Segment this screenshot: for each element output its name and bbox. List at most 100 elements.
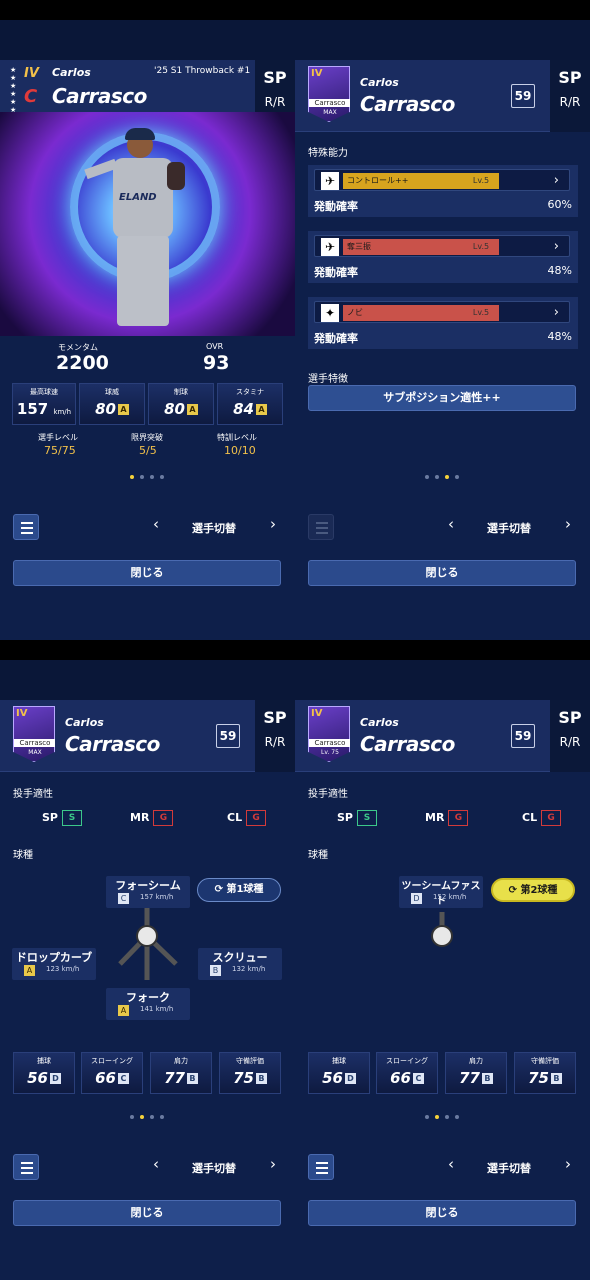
refresh-icon: ⟳ bbox=[508, 885, 521, 896]
prev-player-button[interactable]: ‹ bbox=[448, 515, 454, 533]
ability-level: Lv.5 bbox=[472, 308, 490, 317]
training-label: 特訓レベル bbox=[217, 433, 257, 442]
uniform-number: 59 bbox=[511, 84, 535, 108]
menu-button[interactable] bbox=[308, 1154, 334, 1180]
level-value: 75/75 bbox=[44, 444, 76, 457]
activation-rate: 48% bbox=[547, 330, 572, 343]
card-thumbnail: IV Carrasco Lv. 75 bbox=[308, 706, 350, 762]
team-logo-icon: C bbox=[24, 86, 38, 107]
tier-label: IV bbox=[311, 68, 323, 79]
prev-player-button[interactable]: ‹ bbox=[448, 1155, 454, 1173]
top-band bbox=[295, 20, 590, 60]
fielding-arm: 肩力 77 B bbox=[150, 1052, 212, 1094]
grade-badge: A bbox=[118, 1005, 129, 1016]
ability-row[interactable]: ✈ 奪三振 Lv.5 › 発動確率 48% bbox=[308, 231, 578, 283]
tier-label: IV bbox=[311, 708, 323, 719]
chevron-right-icon[interactable]: › bbox=[554, 170, 559, 192]
trait-button[interactable]: サブポジション適性++ bbox=[308, 385, 576, 411]
menu-button[interactable] bbox=[13, 1154, 39, 1180]
hand-label: R/R bbox=[559, 95, 581, 109]
page-indicator bbox=[425, 475, 459, 479]
tier-label: IV bbox=[24, 66, 39, 81]
next-player-button[interactable]: › bbox=[565, 1155, 571, 1173]
grade-badge: D bbox=[344, 1073, 356, 1084]
next-player-button[interactable]: › bbox=[565, 515, 571, 533]
position-box: SP R/R bbox=[255, 700, 295, 772]
grade-badge: A bbox=[117, 404, 129, 415]
primary-pitch-button[interactable]: ⟳ 第1球種 bbox=[197, 878, 281, 902]
pitch-box[interactable]: スクリュー B 132 km/h bbox=[198, 948, 282, 980]
aptitude-mr: MR G bbox=[130, 810, 174, 826]
level-label: 選手レベル bbox=[38, 433, 78, 442]
stat-power: 球威 80 A bbox=[79, 383, 145, 425]
secondary-pitch-button[interactable]: ⟳ 第2球種 bbox=[491, 878, 575, 902]
player-last-name: Carrasco bbox=[65, 732, 160, 756]
pitch-name: スクリュー bbox=[212, 951, 268, 964]
stat-label: 球威 bbox=[105, 388, 119, 396]
stat-label: スタミナ bbox=[236, 388, 264, 396]
ability-row[interactable]: ✈ コントロール++ Lv.5 › 発動確率 60% bbox=[308, 165, 578, 217]
position-label: SP bbox=[263, 708, 287, 727]
aptitude-sp: SP S bbox=[42, 810, 82, 826]
prev-player-button[interactable]: ‹ bbox=[153, 515, 159, 533]
next-player-button[interactable]: › bbox=[270, 1155, 276, 1173]
stat-value: 80 bbox=[95, 400, 116, 418]
fielding-catch: 捕球 56 D bbox=[308, 1052, 370, 1094]
uniform-number: 59 bbox=[216, 724, 240, 748]
pitch-box[interactable]: ツーシームファスト D 152 km/h bbox=[399, 876, 483, 908]
ability-icon: ✈ bbox=[321, 238, 339, 256]
grade-badge: G bbox=[448, 810, 469, 826]
close-button[interactable]: 閉じる bbox=[13, 1200, 281, 1226]
card-header: IV Carrasco MAX Carlos Carrasco 59 SP R/… bbox=[295, 60, 590, 132]
grade-badge: B bbox=[186, 1073, 198, 1084]
close-button[interactable]: 閉じる bbox=[308, 560, 576, 586]
player-switch-label: 選手切替 bbox=[192, 522, 236, 535]
pitch-name: ドロップカーブ bbox=[15, 951, 93, 964]
pitch-title: 球種 bbox=[308, 850, 328, 861]
pitch-box[interactable]: フォーシーム C 157 km/h bbox=[106, 876, 190, 908]
activation-label: 発動確率 bbox=[314, 266, 358, 279]
activation-rate: 60% bbox=[547, 198, 572, 211]
grade-badge: C bbox=[117, 1073, 129, 1084]
chevron-right-icon[interactable]: › bbox=[554, 236, 559, 258]
grade-badge: G bbox=[246, 810, 267, 826]
chevron-right-icon[interactable]: › bbox=[554, 302, 559, 324]
ability-icon: ✦ bbox=[321, 304, 339, 322]
panel-gap bbox=[0, 640, 590, 660]
stat-label: 最高球速 bbox=[30, 388, 58, 396]
fielding-throwing: スローイング 66 C bbox=[81, 1052, 143, 1094]
player-first-name: Carlos bbox=[65, 716, 104, 729]
aptitude-mr: MR G bbox=[425, 810, 469, 826]
training-value: 10/10 bbox=[224, 444, 256, 457]
aptitude-cl: CL G bbox=[522, 810, 562, 826]
activation-label: 発動確率 bbox=[314, 332, 358, 345]
pitch-box[interactable]: ドロップカーブ A 123 km/h bbox=[12, 948, 96, 980]
grade-badge: B bbox=[255, 1073, 267, 1084]
menu-button[interactable] bbox=[13, 514, 39, 540]
hand-label: R/R bbox=[264, 735, 286, 749]
aptitude-title: 投手適性 bbox=[13, 789, 53, 800]
hand-label: R/R bbox=[264, 95, 286, 109]
top-band bbox=[0, 660, 295, 700]
position-label: SP bbox=[558, 68, 582, 87]
player-switch-label: 選手切替 bbox=[487, 522, 531, 535]
pitch-speed: 141 km/h bbox=[140, 1005, 174, 1013]
ability-level: Lv.5 bbox=[472, 176, 490, 185]
thumb-name: Carrasco bbox=[309, 739, 350, 747]
grade-badge: A bbox=[255, 404, 267, 415]
menu-button[interactable] bbox=[308, 514, 334, 540]
trait-title: 選手特徴 bbox=[308, 374, 348, 385]
prev-player-button[interactable]: ‹ bbox=[153, 1155, 159, 1173]
close-button[interactable]: 閉じる bbox=[13, 560, 281, 586]
grade-badge: C bbox=[118, 893, 129, 904]
card-title: '25 S1 Throwback #1 bbox=[154, 66, 251, 76]
close-button[interactable]: 閉じる bbox=[308, 1200, 576, 1226]
pitch-box[interactable]: フォーク A 141 km/h bbox=[106, 988, 190, 1020]
card-header: IV Carrasco MAX Carlos Carrasco 59 SP R/… bbox=[0, 700, 295, 772]
stat-value: 157 bbox=[16, 400, 49, 418]
ability-row[interactable]: ✦ ノビ Lv.5 › 発動確率 48% bbox=[308, 297, 578, 349]
player-last-name: Carrasco bbox=[360, 732, 455, 756]
next-player-button[interactable]: › bbox=[270, 515, 276, 533]
position-box: SP R/R bbox=[550, 700, 590, 772]
activation-rate: 48% bbox=[547, 264, 572, 277]
